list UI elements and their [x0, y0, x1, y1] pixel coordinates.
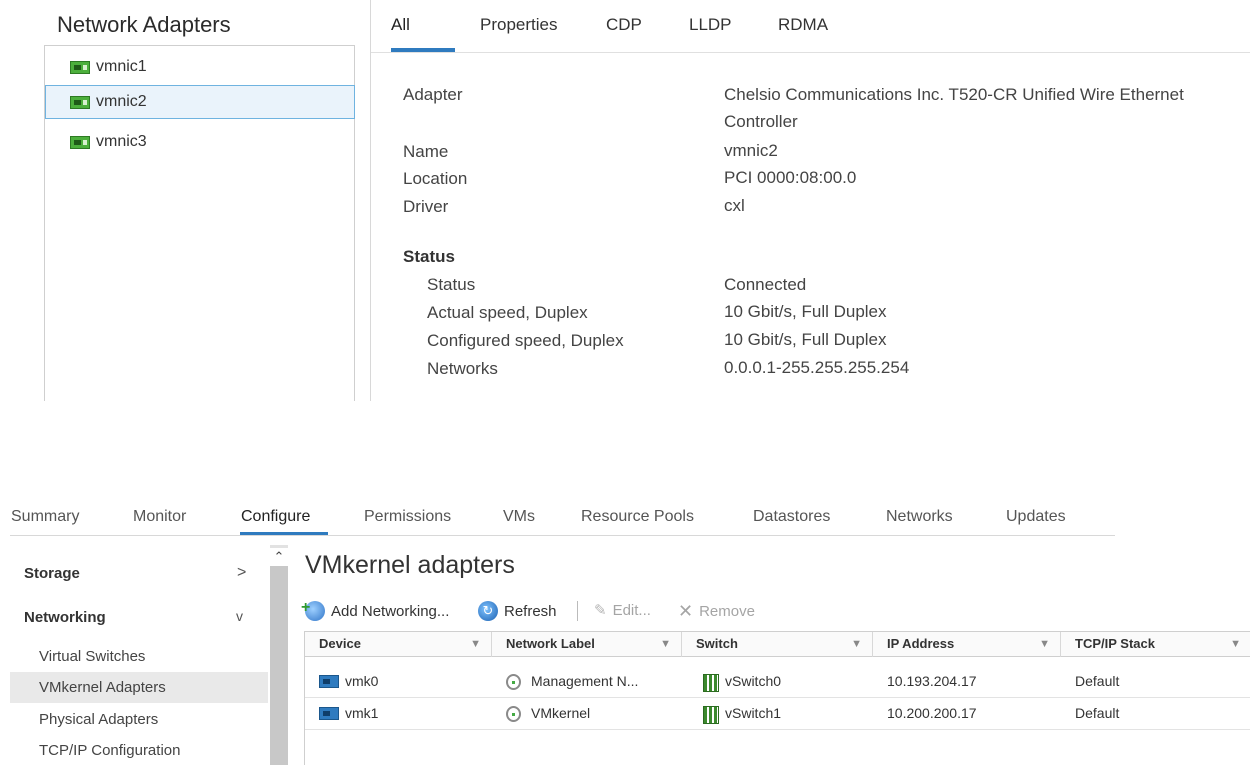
filter-icon[interactable]: ▼	[470, 632, 481, 656]
vswitch-icon	[703, 673, 719, 692]
configured-speed-label: Configured speed, Duplex	[427, 331, 624, 350]
filter-icon[interactable]: ▼	[1039, 632, 1050, 656]
configured-speed-value: 10 Gbit/s, Full Duplex	[724, 330, 887, 349]
refresh-button[interactable]: ↻ Refresh	[478, 601, 557, 621]
driver-label: Driver	[403, 197, 449, 216]
networks-label: Networks	[427, 359, 498, 378]
actual-speed-label: Actual speed, Duplex	[427, 303, 588, 322]
location-label: Location	[403, 169, 468, 188]
vmkernel-adapters-grid: Device ▼ Network Label ▼ Switch ▼ IP Add…	[304, 631, 1250, 765]
adapter-item-label: vmnic2	[96, 93, 147, 110]
status-value: Connected	[724, 275, 807, 294]
adapter-item-label: vmnic3	[96, 133, 147, 150]
network-label-cell: VMkernel	[492, 698, 590, 729]
tab-datastores[interactable]: Datastores	[753, 508, 830, 526]
sidebar-item-vmkernel-adapters[interactable]: VMkernel Adapters	[10, 672, 268, 703]
page-title: VMkernel adapters	[305, 551, 515, 579]
sidebar-item-physical-adapters[interactable]: Physical Adapters	[10, 704, 268, 735]
panel-divider	[370, 0, 371, 401]
pencil-icon: ✎	[594, 602, 607, 619]
tabs-divider	[371, 52, 1250, 53]
vmkernel-adapter-icon	[319, 707, 339, 720]
configure-sidebar: Storage > Networking v Virtual Switches …	[10, 545, 268, 765]
network-adapters-title: Network Adapters	[57, 12, 231, 37]
nic-icon	[70, 135, 90, 149]
nic-icon	[70, 95, 90, 109]
status-label: Status	[427, 275, 476, 294]
column-header-device[interactable]: Device ▼	[305, 632, 492, 657]
tab-permissions[interactable]: Permissions	[364, 508, 451, 526]
device-cell: vmk1	[305, 698, 378, 729]
device-cell: vmk0	[305, 666, 378, 697]
sidebar-item-virtual-switches[interactable]: Virtual Switches	[10, 641, 268, 672]
chevron-right-icon[interactable]: >	[237, 564, 246, 582]
main-tabs: Summary Monitor Configure Permissions VM…	[0, 508, 1250, 534]
column-header-ip-address[interactable]: IP Address ▼	[873, 632, 1061, 657]
tab-all[interactable]: All	[391, 15, 410, 35]
network-label-cell: Management N...	[492, 666, 638, 697]
add-networking-button[interactable]: Add Networking...	[301, 599, 449, 621]
tab-summary[interactable]: Summary	[11, 508, 79, 526]
close-icon: ✕	[678, 601, 694, 621]
adapter-item-label: vmnic1	[96, 58, 147, 75]
adapter-item-vmnic2[interactable]: vmnic2	[45, 85, 355, 119]
port-group-icon	[506, 705, 521, 722]
sidebar-item-tcpip-configuration[interactable]: TCP/IP Configuration	[10, 735, 268, 765]
column-header-switch[interactable]: Switch ▼	[682, 632, 873, 657]
sidebar-section-storage[interactable]: Storage	[24, 565, 80, 582]
switch-cell: vSwitch1	[689, 698, 781, 729]
remove-button[interactable]: ✕ Remove	[678, 601, 755, 622]
tab-cdp[interactable]: CDP	[606, 15, 642, 35]
grid-header: Device ▼ Network Label ▼ Switch ▼ IP Add…	[305, 631, 1250, 657]
adapter-item-vmnic1[interactable]: vmnic1	[46, 50, 354, 84]
add-networking-icon	[301, 599, 325, 621]
tab-resource-pools[interactable]: Resource Pools	[581, 508, 694, 526]
vmkernel-adapter-icon	[319, 675, 339, 688]
name-value: vmnic2	[724, 141, 778, 160]
scroll-up-icon[interactable]: ⌃	[270, 548, 288, 566]
filter-icon[interactable]: ▼	[1230, 632, 1241, 656]
edit-button[interactable]: ✎ Edit...	[594, 601, 651, 620]
adapter-item-vmnic3[interactable]: vmnic3	[46, 125, 354, 159]
tab-rdma[interactable]: RDMA	[778, 15, 828, 35]
tab-configure[interactable]: Configure	[241, 508, 310, 526]
tcpip-stack-cell: Default	[1075, 705, 1120, 721]
scrollbar-thumb[interactable]	[270, 566, 288, 765]
tcpip-stack-cell: Default	[1075, 673, 1120, 689]
ip-address-cell: 10.193.204.17	[887, 673, 977, 689]
table-row[interactable]: vmk1 VMkernel vSwitch1 10.200.200.17 Def…	[305, 698, 1250, 730]
tab-monitor[interactable]: Monitor	[133, 508, 186, 526]
networks-value: 0.0.0.1-255.255.255.254	[724, 358, 910, 377]
refresh-icon: ↻	[478, 601, 498, 621]
tab-networks[interactable]: Networks	[886, 508, 953, 526]
column-header-network-label[interactable]: Network Label ▼	[492, 632, 682, 657]
vswitch-icon	[703, 705, 719, 724]
adapter-value: Chelsio Communications Inc. T520-CR Unif…	[724, 85, 1184, 131]
location-value: PCI 0000:08:00.0	[724, 168, 857, 187]
filter-icon[interactable]: ▼	[660, 632, 671, 656]
port-group-icon	[506, 673, 521, 690]
chevron-down-icon[interactable]: v	[236, 608, 243, 624]
actual-speed-value: 10 Gbit/s, Full Duplex	[724, 302, 887, 321]
filter-icon[interactable]: ▼	[851, 632, 862, 656]
network-adapters-list: vmnic1 vmnic2 vmnic3	[44, 45, 355, 401]
ip-address-cell: 10.200.200.17	[887, 705, 977, 721]
tab-vms[interactable]: VMs	[503, 508, 535, 526]
status-section-heading: Status	[403, 247, 455, 266]
nic-icon	[70, 60, 90, 74]
switch-cell: vSwitch0	[689, 666, 781, 697]
column-header-tcpip-stack[interactable]: TCP/IP Stack ▼	[1061, 632, 1250, 657]
sidebar-section-networking[interactable]: Networking	[24, 609, 106, 626]
table-row[interactable]: vmk0 Management N... vSwitch0 10.193.204…	[305, 666, 1250, 698]
tab-updates[interactable]: Updates	[1006, 508, 1066, 526]
driver-value: cxl	[724, 196, 745, 215]
tab-lldp[interactable]: LLDP	[689, 15, 732, 35]
name-label: Name	[403, 142, 449, 161]
toolbar-separator	[577, 601, 578, 621]
adapter-label: Adapter	[403, 85, 463, 104]
tab-properties[interactable]: Properties	[480, 15, 557, 35]
main-tabs-divider	[10, 535, 1115, 536]
